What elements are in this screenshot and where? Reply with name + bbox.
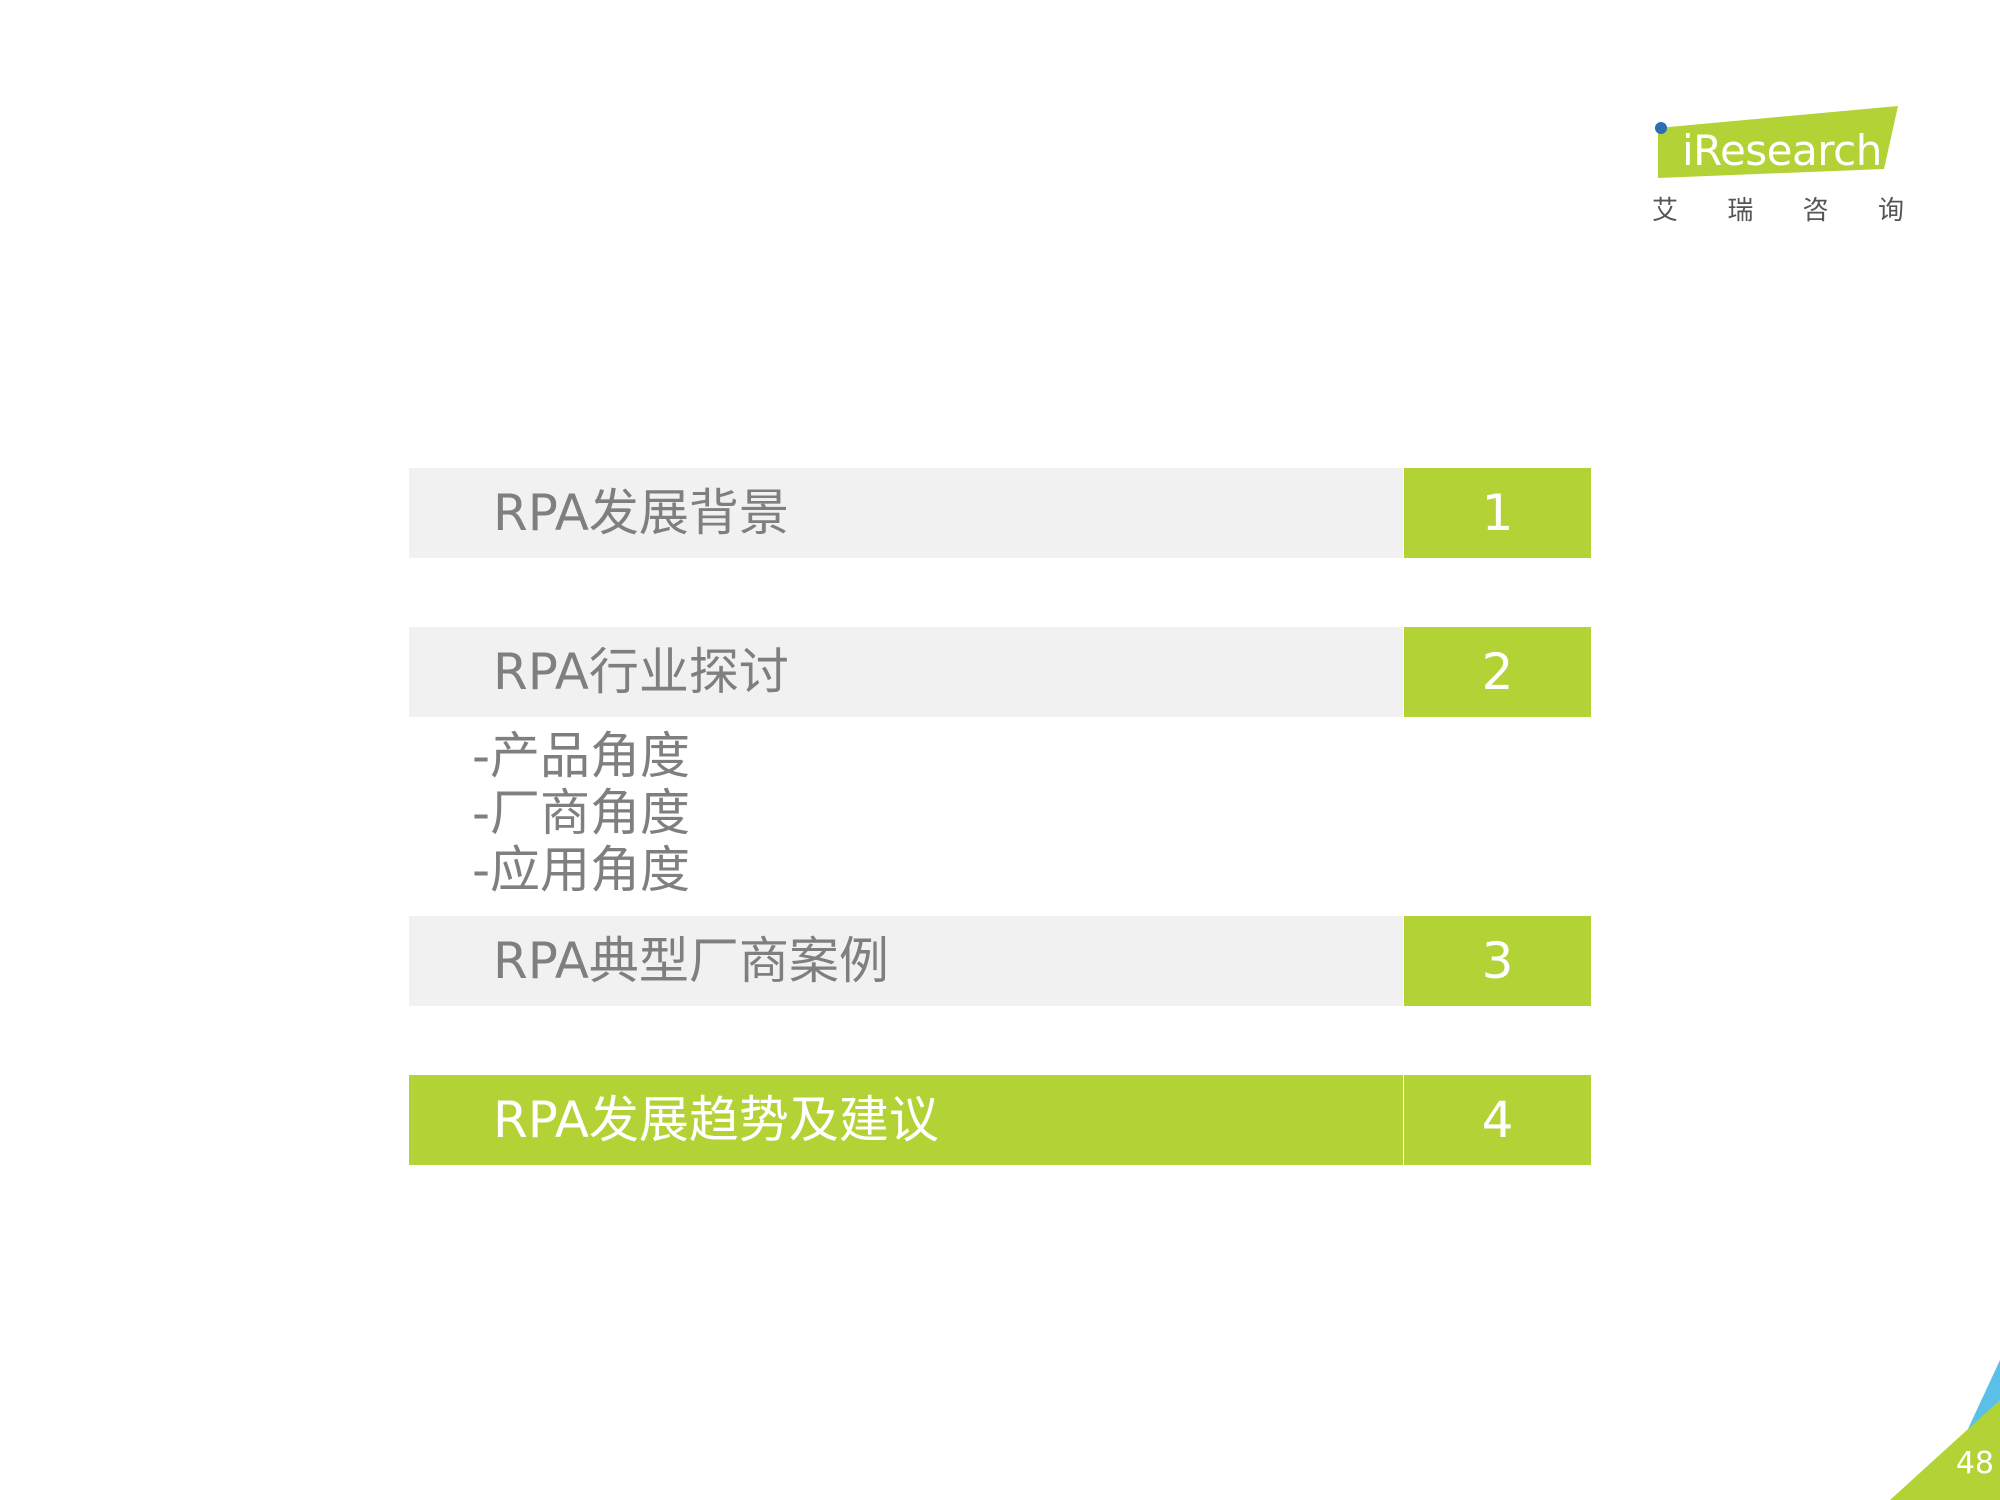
toc-label-box: RPA发展背景: [409, 468, 1403, 558]
toc-item-4-active[interactable]: RPA发展趋势及建议 4: [409, 1075, 1591, 1165]
toc-item-label: RPA发展背景: [493, 484, 789, 542]
toc-label-box: RPA典型厂商案例: [409, 916, 1403, 1006]
toc-label-box: RPA行业探讨: [409, 627, 1403, 717]
toc-number-box: 1: [1404, 468, 1591, 558]
toc-label-box: RPA发展趋势及建议: [409, 1075, 1403, 1165]
toc-number-box: 2: [1404, 627, 1591, 717]
toc-subitem: -产品角度: [472, 727, 691, 785]
toc-item-number: 3: [1481, 932, 1514, 990]
toc-item-number: 1: [1481, 484, 1514, 542]
logo-cn-char: 询: [1877, 196, 1904, 226]
toc-item-number: 4: [1481, 1091, 1514, 1149]
toc-item-label: RPA发展趋势及建议: [493, 1091, 939, 1149]
toc-item-label: RPA行业探讨: [493, 643, 789, 701]
toc-item-2[interactable]: RPA行业探讨 2: [409, 627, 1591, 717]
iresearch-logo: iResearch 艾 瑞 咨 询: [1652, 106, 1904, 231]
toc-item-1[interactable]: RPA发展背景 1: [409, 468, 1591, 558]
logo-cn-char: 咨: [1802, 196, 1829, 226]
toc-item-number: 2: [1481, 643, 1514, 701]
toc-number-box: 4: [1404, 1075, 1591, 1165]
toc-item-label: RPA典型厂商案例: [493, 932, 889, 990]
logo-wordmark: iResearch: [1682, 126, 1882, 175]
toc-subitem: -厂商角度: [472, 784, 691, 842]
logo-cn-char: 瑞: [1727, 196, 1754, 226]
toc-subitem-list: -产品角度 -厂商角度 -应用角度: [472, 728, 690, 899]
logo-dot-icon: [1655, 122, 1667, 134]
toc-item-3[interactable]: RPA典型厂商案例 3: [409, 916, 1591, 1006]
logo-cn-char: 艾: [1652, 196, 1679, 226]
page-number: 48: [1955, 1446, 1994, 1481]
toc-number-box: 3: [1404, 916, 1591, 1006]
toc-slide: iResearch 艾 瑞 咨 询 RPA发展背景 1 RPA行业探讨 2 -产…: [0, 0, 2000, 1500]
logo-chinese-name: 艾 瑞 咨 询: [1652, 190, 1904, 227]
toc-subitem: -应用角度: [472, 841, 691, 899]
